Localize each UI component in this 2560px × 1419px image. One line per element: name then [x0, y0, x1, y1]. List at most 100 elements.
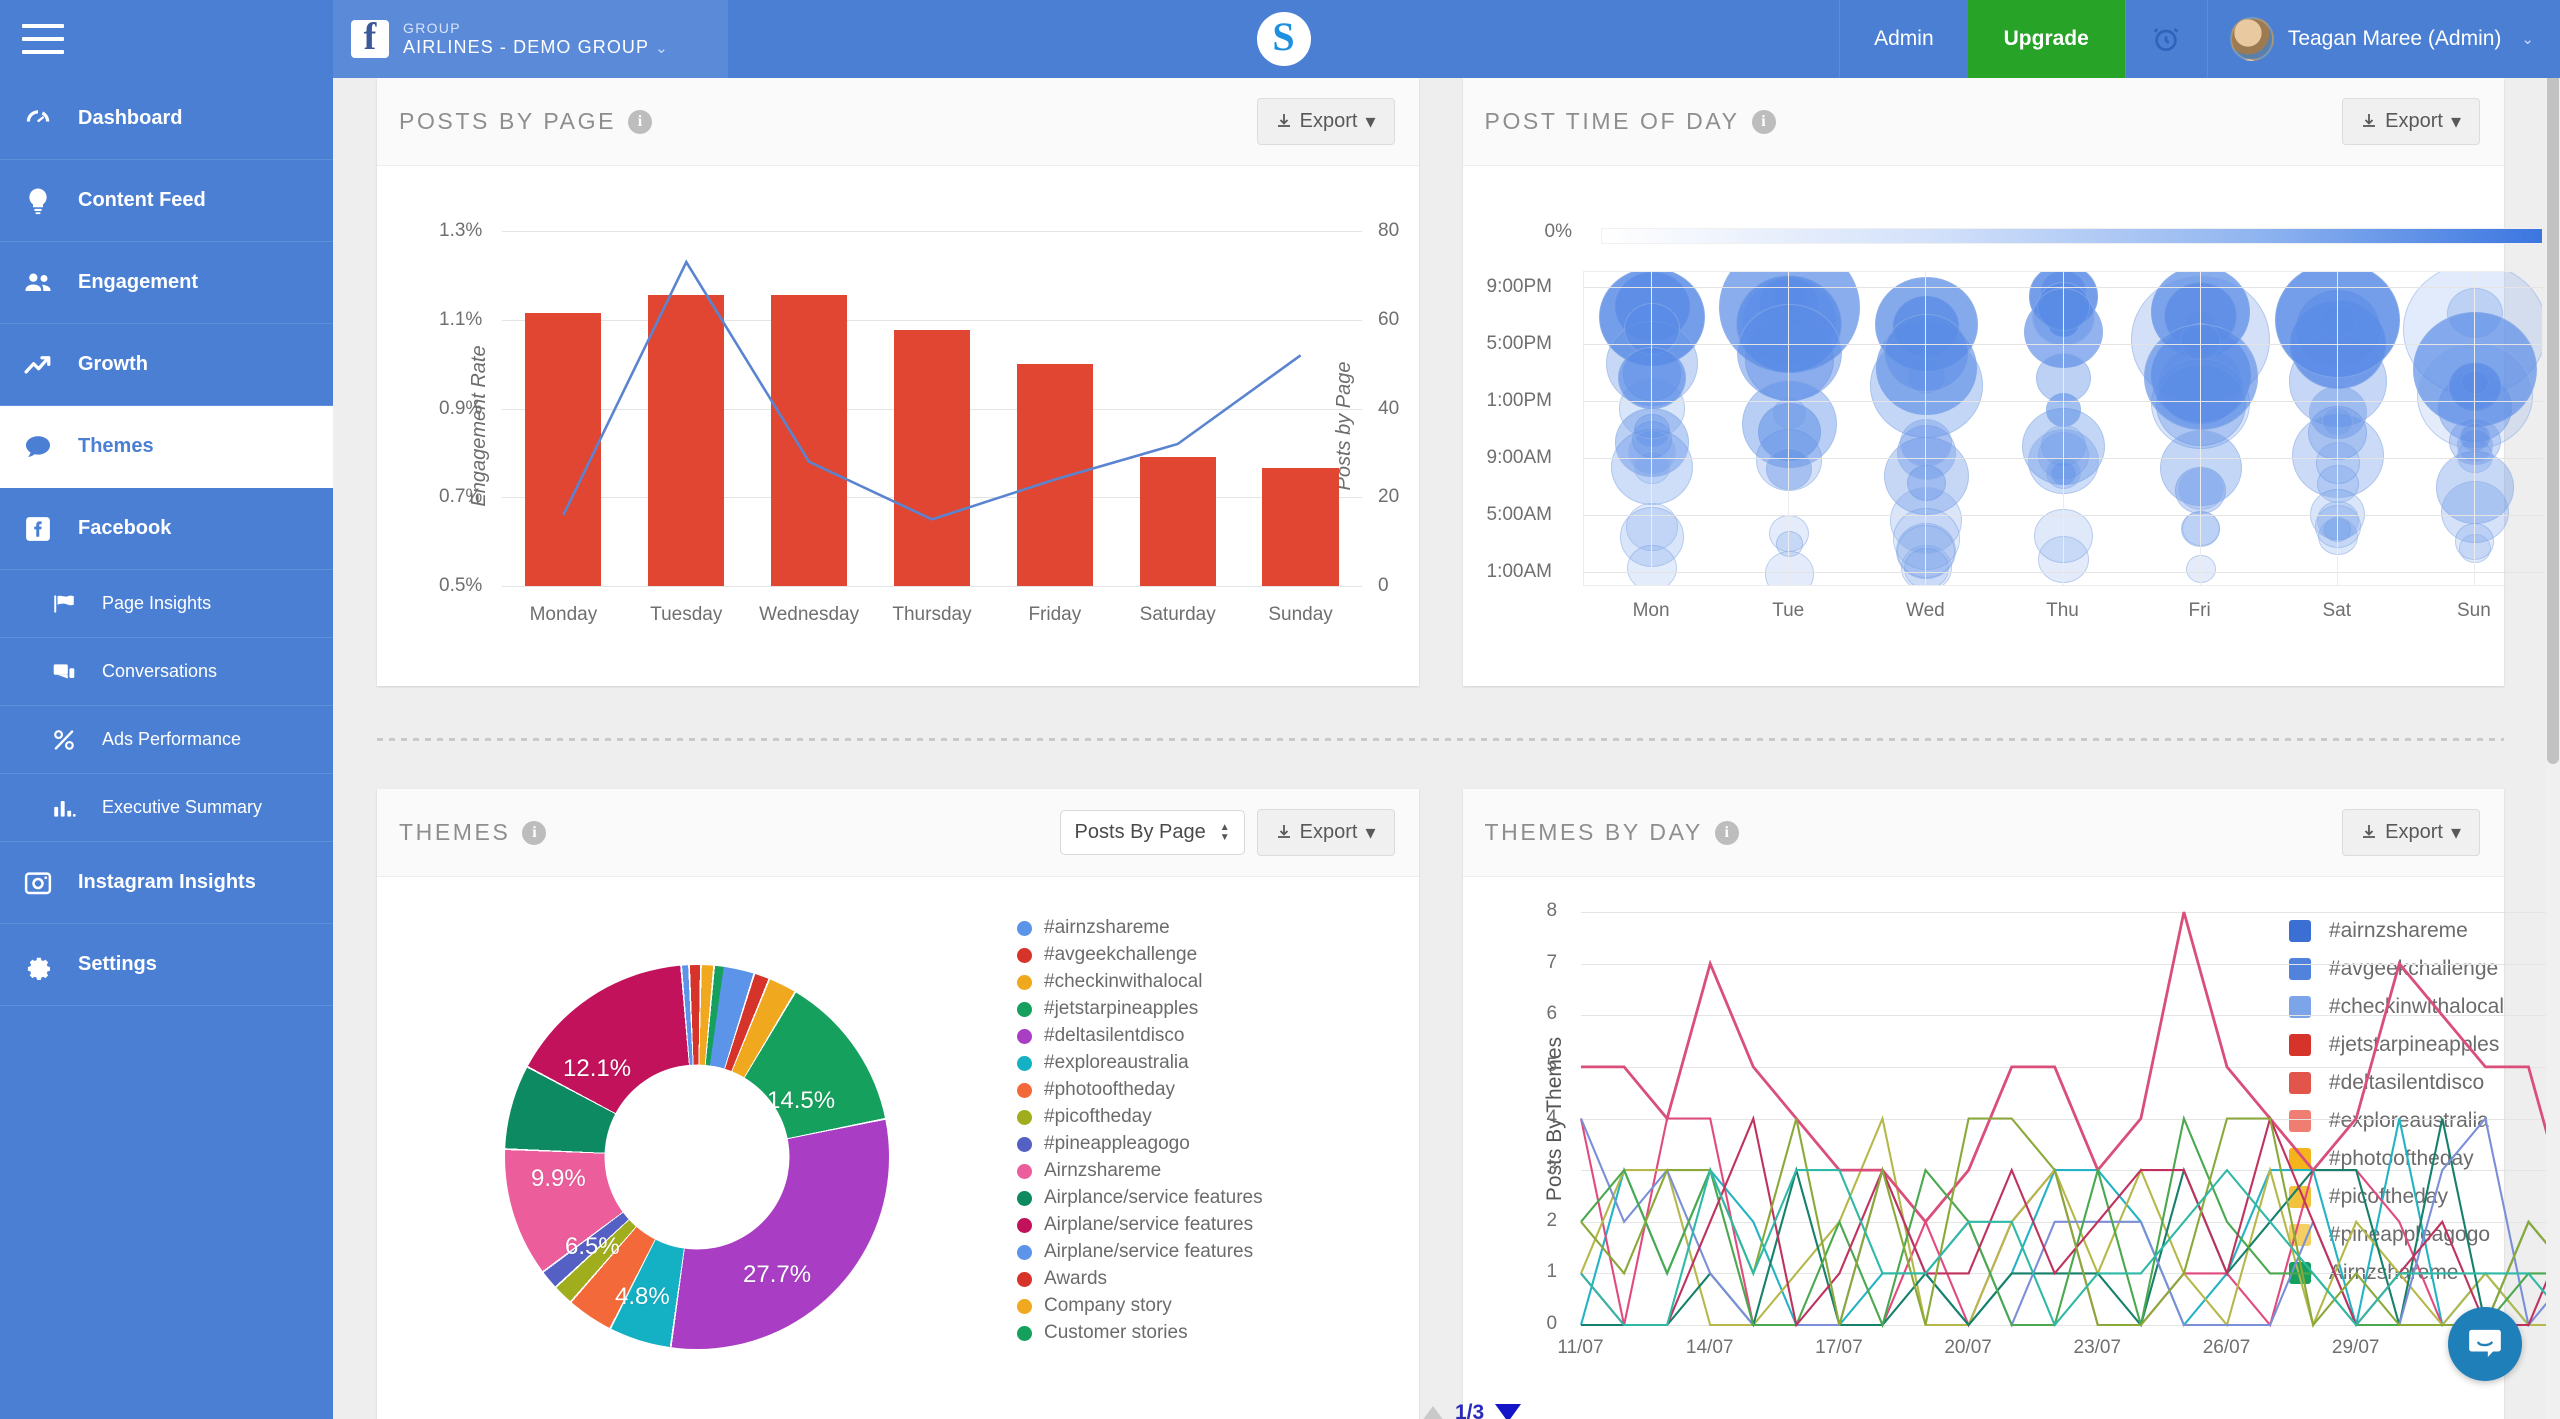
upgrade-button[interactable]: Upgrade [1967, 0, 2125, 78]
themes-donut-chart[interactable]: 14.5% 27.7% 4.8% 6.5% 9.9% 12.1% [505, 965, 889, 1349]
hamburger-icon[interactable] [22, 24, 64, 54]
sidebar-item-label: Page Insights [102, 593, 212, 613]
post-bubble[interactable] [1626, 503, 1678, 551]
posts-by-page-line-series [562, 259, 1302, 521]
legend-item[interactable]: Customer stories [1017, 1320, 1263, 1346]
post-bubble[interactable] [1890, 487, 1963, 554]
legend-color-dot [1017, 947, 1032, 963]
sidebar-item-engagement[interactable]: Engagement [0, 242, 333, 324]
info-icon[interactable]: i [1714, 820, 1739, 845]
legend-color-dot [1017, 1001, 1032, 1017]
legend-item[interactable]: #jetstarpineapples [1017, 996, 1263, 1022]
group-name: AIRLINES - DEMO GROUP ⌄ [403, 36, 669, 57]
sidebar-item-themes[interactable]: Themes [0, 406, 333, 488]
legend-item[interactable]: #avgeekchallenge [1017, 942, 1263, 968]
colorbar-min-label: 0% [1544, 221, 1572, 242]
x-tick-label: Fri [2188, 600, 2211, 621]
spinner-arrows-icon[interactable]: ▲ ▼ [1220, 822, 1230, 842]
trend-up-icon [18, 350, 58, 380]
people-icon [18, 267, 58, 299]
group-selector[interactable]: GROUP AIRLINES - DEMO GROUP⌄ [333, 0, 728, 78]
legend-item[interactable]: Airplance/service features [1017, 1185, 1263, 1211]
page-title: THEMES BY DAY [1484, 819, 1703, 845]
themes-legend: #airnzshareme #avgeekchallenge #checkinwit… [1017, 877, 1263, 1419]
legend-label: #picoftheday [1044, 1106, 1152, 1127]
admin-link[interactable]: Admin [1839, 0, 1968, 78]
info-icon[interactable]: i [522, 820, 547, 845]
export-label: Export [2385, 821, 2443, 843]
donut-slice-label: 6.5% [565, 1233, 620, 1260]
sidebar-item-executive-summary[interactable]: Executive Summary [0, 774, 333, 842]
flag-icon [44, 591, 84, 617]
y-tick-label: 1:00AM [1486, 561, 1552, 582]
legend-label: Airplane/service features [1044, 1241, 1254, 1262]
alarm-clock-icon[interactable] [2124, 0, 2207, 78]
facebook-icon [18, 514, 58, 544]
legend-color-dot [1017, 1217, 1032, 1233]
post-bubble[interactable] [2417, 342, 2533, 450]
export-button[interactable]: Export ▾ [2342, 98, 2480, 145]
sidebar-item-label: Ads Performance [102, 729, 242, 749]
sidebar-item-growth[interactable]: Growth [0, 324, 333, 406]
legend-item[interactable]: Airplane/service features [1017, 1212, 1263, 1238]
legend-item[interactable]: #pineappleagogo [1017, 1131, 1263, 1157]
legend-item[interactable]: #picoftheday [1017, 1104, 1263, 1130]
triangle-up-icon[interactable] [1422, 1405, 1444, 1419]
legend-label: Awards [1044, 1268, 1108, 1289]
legend-item[interactable]: Airnzshareme [1017, 1158, 1263, 1184]
bar-chart-icon [44, 795, 84, 821]
info-icon[interactable]: i [1751, 109, 1776, 134]
y-tick-label: 5:00AM [1486, 504, 1552, 525]
post-bubble[interactable] [1883, 313, 1969, 392]
x-tick-label: Mon [1632, 600, 1670, 621]
scrollbar-thumb[interactable] [2547, 4, 2559, 764]
legend-label: Airplance/service features [1044, 1187, 1263, 1208]
user-menu[interactable]: Teagan Maree (Admin) ⌄ [2206, 0, 2560, 78]
legend-label: #airnzshareme [1044, 917, 1170, 938]
menu-toggle-zone[interactable] [0, 0, 333, 78]
topbar-spacer-right [1311, 0, 1840, 78]
chat-bubble-icon[interactable] [2448, 1307, 2522, 1381]
legend-item[interactable]: Company story [1017, 1293, 1263, 1319]
info-icon[interactable]: i [628, 109, 653, 134]
brand-logo-icon: S [1256, 12, 1311, 66]
speech-bubble-icon [18, 432, 58, 462]
export-button[interactable]: Export ▾ [1256, 98, 1395, 145]
sidebar-item-facebook[interactable]: Facebook [0, 488, 333, 570]
user-name-label: Teagan Maree (Admin) [2287, 27, 2502, 50]
legend-item[interactable]: Awards [1017, 1266, 1263, 1292]
main-content: POSTS BY PAGE i Export ▾ Engagement Rate… [333, 78, 2548, 1419]
legend-color-dot [1017, 1109, 1032, 1125]
legend-color-dot [1017, 1055, 1032, 1071]
legend-item[interactable]: #photooftheday [1017, 1077, 1263, 1103]
posts-by-page-panel: POSTS BY PAGE i Export ▾ Engagement Rate… [377, 78, 1419, 686]
legend-item[interactable]: Airplane/service features [1017, 1239, 1263, 1265]
themes-chart: 14.5% 27.7% 4.8% 6.5% 9.9% 12.1% #airnzsharem… [377, 877, 1522, 1419]
legend-item[interactable]: #checkinwithalocal [1017, 969, 1263, 995]
gridline-vertical [1651, 271, 1653, 586]
legend-color-dot [1017, 1082, 1032, 1098]
sidebar-item-conversations[interactable]: Conversations [0, 638, 333, 706]
legend-item[interactable]: #airnzshareme [1017, 915, 1263, 941]
sidebar-item-instagram-insights[interactable]: Instagram Insights [0, 842, 333, 924]
sidebar-item-ads-performance[interactable]: Ads Performance [0, 706, 333, 774]
x-tick-label: Tue [1772, 600, 1805, 621]
legend-item[interactable]: #exploreaustralia [1017, 1050, 1263, 1076]
sidebar-item-content-feed[interactable]: Content Feed [0, 160, 333, 242]
gridline-vertical [2062, 271, 2064, 586]
sidebar-item-label: Conversations [102, 661, 218, 681]
post-bubble[interactable] [1900, 418, 1953, 467]
sidebar-item-dashboard[interactable]: Dashboard [0, 78, 333, 160]
legend-item[interactable]: #deltasilentdisco [1017, 1023, 1263, 1049]
export-button[interactable]: Export ▾ [2342, 809, 2480, 856]
sidebar-item-settings[interactable]: Settings [0, 924, 333, 1006]
sidebar: Dashboard Content Feed Engagement Growth The… [0, 78, 333, 1419]
legend-label: #pineappleagogo [1044, 1133, 1190, 1154]
post-bubble[interactable] [2177, 467, 2224, 511]
page-title: POSTS BY PAGE [399, 108, 617, 134]
legend-color-dot [1017, 1028, 1032, 1044]
sidebar-item-page-insights[interactable]: Page Insights [0, 570, 333, 638]
legend-color-dot [1017, 974, 1032, 990]
themes-metric-select[interactable]: Posts By Page ▲ ▼ [1059, 810, 1245, 855]
export-button[interactable]: Export ▾ [1256, 809, 1395, 856]
